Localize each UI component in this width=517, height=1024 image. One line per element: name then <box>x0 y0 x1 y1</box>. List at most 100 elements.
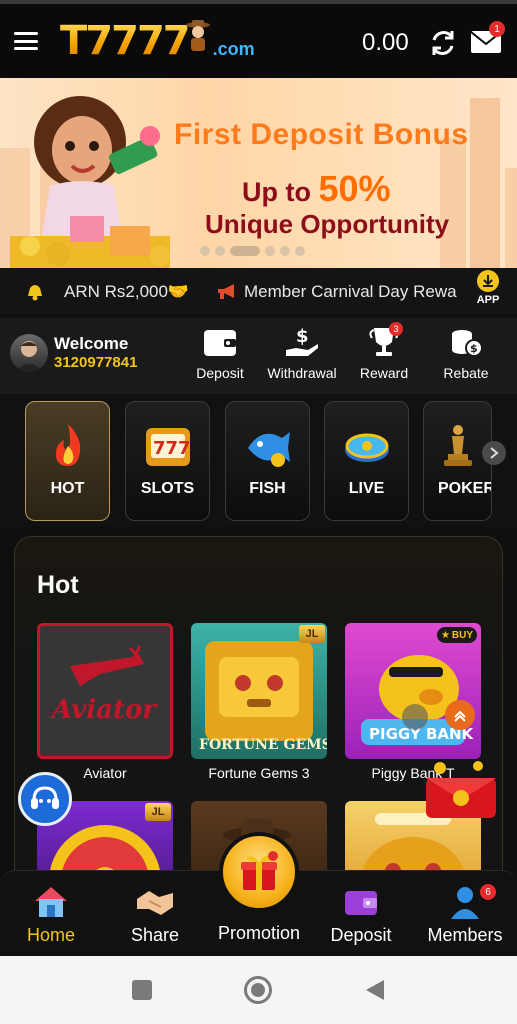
coins-icon: $ <box>452 330 483 357</box>
reward-badge: 3 <box>389 322 403 336</box>
withdrawal-button[interactable]: $ Withdrawal <box>262 322 342 388</box>
back-icon[interactable] <box>364 978 386 1002</box>
system-navigation-bar <box>0 956 517 1024</box>
red-envelope-icon[interactable] <box>420 758 502 822</box>
reward-label: Reward <box>359 365 409 381</box>
user-icon <box>451 887 479 919</box>
nav-promotion[interactable]: Promotion <box>214 919 304 944</box>
promotion-gift-button[interactable] <box>219 832 299 912</box>
banner-subtitle-prefix: Up to <box>242 177 319 207</box>
announcement-text: ARN Rs2,000🤝 <box>64 282 190 301</box>
announcement-bar[interactable]: ARN Rs2,000🤝 Member Carnival Day Rewa <box>0 268 517 314</box>
recent-apps-icon[interactable] <box>132 980 152 1000</box>
chevron-right-icon[interactable] <box>482 441 506 465</box>
chess-piece-icon <box>443 425 472 466</box>
svg-text:777: 777 <box>153 438 191 459</box>
announcement-text-2: Member Carnival Day Rewa <box>244 282 457 301</box>
jili-badge: JL <box>299 625 325 643</box>
logo: T7777 .com <box>60 19 255 63</box>
roulette-icon <box>344 433 389 462</box>
slot-machine-icon: 777 <box>145 428 191 466</box>
bell-icon <box>28 285 42 301</box>
handshake-icon <box>137 891 173 915</box>
category-label: HOT <box>50 480 85 497</box>
wallet-icon <box>204 330 236 356</box>
carousel-dot-active[interactable] <box>230 246 260 256</box>
svg-text:$: $ <box>296 326 309 347</box>
mail-badge: 1 <box>489 21 505 37</box>
fish-icon <box>247 432 290 467</box>
game-thumbnail[interactable]: Aviator <box>37 623 173 759</box>
game-card-aviator[interactable]: Aviator Aviator <box>37 623 173 781</box>
user-id: 3120977841 <box>54 354 138 371</box>
nav-label: Deposit <box>330 925 392 945</box>
character-illustration <box>10 96 170 268</box>
nav-home[interactable]: Home <box>6 885 96 946</box>
carousel-dot[interactable] <box>280 246 290 256</box>
category-slots[interactable]: 777 SLOTS <box>125 401 210 521</box>
chevron-up-icon[interactable] <box>445 700 475 730</box>
share-float-button[interactable] <box>402 704 428 730</box>
game-thumbnail[interactable]: FORTUNE GEMS 3 JL <box>191 623 327 759</box>
members-badge: 6 <box>480 884 496 900</box>
game-name: Fortune Gems 3 <box>208 765 310 781</box>
logo-suffix: .com <box>212 39 255 59</box>
nav-label: Share <box>130 925 180 945</box>
money-hand-icon: $ <box>286 326 318 356</box>
banner-subtitle: Up to 50% <box>242 168 391 210</box>
banner-title: First Deposit Bonus <box>174 118 469 151</box>
refresh-icon[interactable] <box>428 28 458 58</box>
category-label: FISH <box>249 480 286 497</box>
logo-text: T7777 <box>60 18 191 64</box>
fire-icon <box>55 424 80 466</box>
carousel-dot[interactable] <box>200 246 210 256</box>
carousel-dot[interactable] <box>215 246 225 256</box>
gift-icon <box>241 851 278 890</box>
megaphone-icon <box>218 284 234 299</box>
mascot-icon <box>185 20 210 51</box>
category-poker[interactable]: POKER <box>423 401 492 521</box>
app-download-button[interactable]: APP <box>473 270 503 312</box>
banner-tagline: Unique Opportunity <box>205 209 450 239</box>
category-hot[interactable]: HOT <box>25 401 110 521</box>
top-header: T7777 .com 0.00 1 <box>0 0 517 78</box>
nav-label: Home <box>26 925 75 945</box>
nav-label: Members <box>427 925 503 945</box>
category-live[interactable]: LIVE <box>324 401 409 521</box>
buy-badge-label: BUY <box>451 629 474 641</box>
rebate-button[interactable]: $ Rebate <box>426 322 506 388</box>
carousel-dots <box>200 246 305 256</box>
game-categories: HOT 777 SLOTS FISH LIVE POKER <box>0 396 517 526</box>
carousel-dot[interactable] <box>265 246 275 256</box>
reward-button[interactable]: 3 Reward <box>344 322 424 388</box>
menu-icon[interactable] <box>14 32 38 50</box>
carousel-dot[interactable] <box>295 246 305 256</box>
game-card-fortune-gems-3[interactable]: FORTUNE GEMS 3 JL Fortune Gems 3 <box>191 623 327 781</box>
home-button-icon[interactable] <box>244 976 272 1004</box>
user-panel: Welcome 3120977841 Deposit $ Withdrawal … <box>0 318 517 394</box>
withdrawal-label: Withdrawal <box>267 365 337 381</box>
rebate-label: Rebate <box>443 365 489 381</box>
wallet-icon <box>345 891 377 915</box>
plane-icon: Aviator <box>40 626 170 756</box>
nav-share[interactable]: Share <box>110 885 200 946</box>
category-label: LIVE <box>348 480 385 497</box>
avatar[interactable] <box>10 334 48 372</box>
app-label: APP <box>476 294 500 306</box>
game-thumbnail[interactable]: PIGGY BANK ★ BUY <box>345 623 481 759</box>
welcome-label: Welcome <box>54 334 129 353</box>
svg-text:$: $ <box>470 342 478 355</box>
nav-members[interactable]: Members <box>420 885 510 946</box>
piggy-icon: PIGGY BANK <box>361 655 475 745</box>
idol-icon: FORTUNE GEMS 3 <box>199 641 327 753</box>
nav-deposit[interactable]: Deposit <box>316 885 406 946</box>
jili-badge: JL <box>145 803 171 821</box>
customer-support-icon[interactable] <box>18 772 72 826</box>
nav-label: Promotion <box>217 923 301 943</box>
balance-amount: 0.00 <box>362 29 409 56</box>
deposit-button[interactable]: Deposit <box>180 322 260 388</box>
promo-banner[interactable]: First Deposit Bonus Up to 50% Unique Opp… <box>0 78 517 268</box>
category-fish[interactable]: FISH <box>225 401 310 521</box>
download-icon <box>477 270 499 292</box>
category-label: POKER <box>438 480 492 497</box>
